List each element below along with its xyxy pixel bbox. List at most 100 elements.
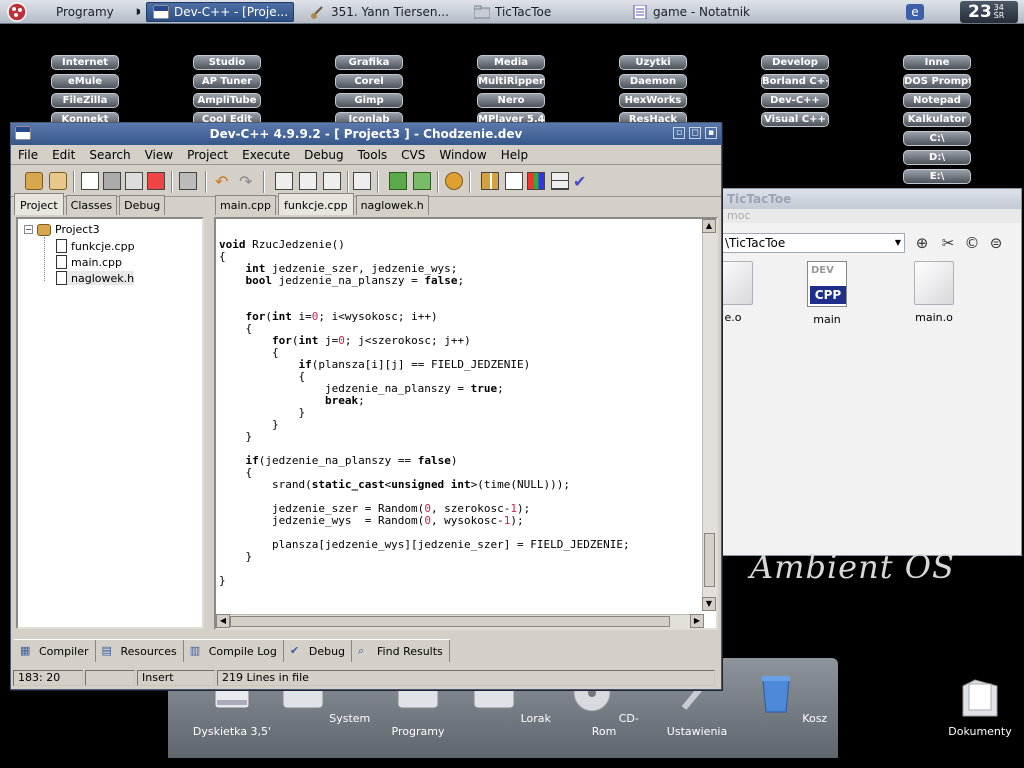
save-icon[interactable] bbox=[103, 172, 121, 190]
scroll-right-icon[interactable]: ▶ bbox=[690, 614, 704, 628]
remove-from-project-icon[interactable] bbox=[413, 172, 431, 190]
launcher-button[interactable]: E:\ bbox=[903, 169, 971, 184]
launcher-button[interactable]: Media bbox=[477, 55, 545, 70]
taskbar-task-music[interactable]: 351. Yann Tiersen... bbox=[304, 2, 474, 22]
tree-file-selected[interactable]: naglowek.h bbox=[56, 271, 135, 285]
tree-file[interactable]: main.cpp bbox=[56, 255, 122, 269]
up-icon[interactable]: ⊕ bbox=[911, 233, 933, 253]
window-titlebar[interactable]: Dev-C++ 4.9.9.2 - [ Project3 ] - Chodzen… bbox=[11, 123, 721, 145]
file-item[interactable]: DEV CPP main bbox=[787, 261, 867, 326]
open-project-icon[interactable] bbox=[49, 172, 67, 190]
tree-file[interactable]: funkcje.cpp bbox=[56, 239, 135, 253]
tile-icon[interactable] bbox=[481, 172, 499, 190]
menu-item[interactable]: Help bbox=[494, 148, 535, 162]
launcher-button[interactable]: HexWorks bbox=[619, 93, 687, 108]
menu-item[interactable]: File bbox=[11, 148, 45, 162]
grid-icon[interactable] bbox=[551, 172, 569, 190]
left-tab[interactable]: Classes bbox=[65, 195, 118, 215]
launcher-button[interactable]: Gimp bbox=[335, 93, 403, 108]
launcher-button[interactable]: Corel bbox=[335, 74, 403, 89]
window-icon[interactable] bbox=[505, 172, 523, 190]
launcher-button[interactable]: FileZilla bbox=[51, 93, 119, 108]
taskbar-programy[interactable]: Programy ▶ bbox=[44, 2, 140, 22]
menu-item[interactable]: Project bbox=[180, 148, 235, 162]
launcher-button[interactable]: Nero bbox=[477, 93, 545, 108]
file-manager-window[interactable]: TicTacToe moc \TicTacToe ▼ ⊕ ✂ © ⊜ e.o DE… bbox=[713, 188, 1022, 556]
goto-line-icon[interactable] bbox=[353, 172, 371, 190]
add-to-project-icon[interactable] bbox=[389, 172, 407, 190]
menu-item[interactable]: Edit bbox=[45, 148, 82, 162]
find-next-icon[interactable] bbox=[323, 172, 341, 190]
bottom-tab[interactable]: ⌕ Find Results bbox=[352, 640, 450, 662]
editor-tab[interactable]: funkcje.cpp bbox=[278, 193, 354, 215]
launcher-button[interactable]: Grafika bbox=[335, 55, 403, 70]
collapse-icon[interactable]: − bbox=[24, 225, 33, 234]
menu-item[interactable]: CVS bbox=[394, 148, 432, 162]
desktop-documents[interactable]: Dokumenty bbox=[940, 676, 1020, 738]
horizontal-scrollbar[interactable]: ◀ ▶ bbox=[216, 614, 704, 628]
bottom-tab[interactable]: ▤ Resources bbox=[96, 640, 184, 662]
chevron-down-icon[interactable]: ▼ bbox=[895, 234, 901, 252]
launcher-button[interactable]: Kalkulator bbox=[903, 112, 971, 127]
vertical-scrollbar[interactable]: ▲ ▼ bbox=[702, 219, 716, 611]
launcher-button[interactable]: Studio bbox=[193, 55, 261, 70]
menu-item[interactable]: Search bbox=[82, 148, 137, 162]
redo-icon[interactable]: ↷ bbox=[239, 172, 257, 191]
close-file-icon[interactable] bbox=[147, 172, 165, 190]
scroll-up-icon[interactable]: ▲ bbox=[702, 219, 716, 233]
bottom-tab[interactable]: ▦ Compiler bbox=[14, 640, 96, 662]
menu-item[interactable]: Execute bbox=[235, 148, 297, 162]
menu-item[interactable]: View bbox=[138, 148, 180, 162]
network-tray-icon[interactable]: e bbox=[906, 4, 924, 20]
launcher-button[interactable]: Visual C++ bbox=[761, 112, 829, 127]
launcher-button[interactable]: DOS Prompt bbox=[903, 74, 971, 89]
start-menu-icon[interactable] bbox=[2, 1, 32, 23]
launcher-button[interactable]: Daemon bbox=[619, 74, 687, 89]
scroll-thumb-horizontal[interactable] bbox=[230, 616, 670, 627]
check-icon[interactable]: ✔ bbox=[573, 172, 591, 191]
copy-icon[interactable]: © bbox=[961, 233, 983, 253]
launcher-button[interactable]: Dev-C++ bbox=[761, 93, 829, 108]
replace-icon[interactable] bbox=[299, 172, 317, 190]
launcher-button[interactable]: D:\ bbox=[903, 150, 971, 165]
taskbar-task-devcpp[interactable]: Dev-C++ - [Proje... bbox=[146, 2, 294, 22]
launcher-button[interactable]: Uzytki bbox=[619, 55, 687, 70]
launcher-button[interactable]: AP Tuner bbox=[193, 74, 261, 89]
project-tree[interactable]: − Project3 funkcje.cpp main.cpp naglowek… bbox=[16, 217, 204, 629]
palette-icon[interactable] bbox=[527, 172, 545, 190]
maximize-icon[interactable]: ◻ bbox=[689, 127, 701, 139]
menu-item[interactable]: Window bbox=[432, 148, 493, 162]
launcher-button[interactable]: eMule bbox=[51, 74, 119, 89]
bottom-tab[interactable]: ▥ Compile Log bbox=[184, 640, 284, 662]
left-tab[interactable]: Debug bbox=[119, 195, 166, 215]
path-field[interactable]: \TicTacToe ▼ bbox=[721, 233, 905, 253]
tree-root[interactable]: − Project3 bbox=[24, 223, 100, 236]
launcher-button[interactable]: Develop bbox=[761, 55, 829, 70]
launcher-button[interactable]: Borland C++ bbox=[761, 74, 829, 89]
save-all-icon[interactable] bbox=[125, 172, 143, 190]
menu-item[interactable]: Debug bbox=[297, 148, 350, 162]
launcher-button[interactable]: Internet bbox=[51, 55, 119, 70]
bottom-tab[interactable]: ✔ Debug bbox=[284, 640, 353, 662]
project-options-icon[interactable] bbox=[445, 172, 463, 190]
menu-item[interactable]: Tools bbox=[351, 148, 395, 162]
scroll-left-icon[interactable]: ◀ bbox=[216, 614, 230, 628]
scroll-down-icon[interactable]: ▼ bbox=[702, 597, 716, 611]
new-file-icon[interactable] bbox=[81, 172, 99, 190]
print-icon[interactable] bbox=[179, 172, 197, 190]
find-icon[interactable] bbox=[275, 172, 293, 190]
left-tab[interactable]: Project bbox=[14, 193, 64, 215]
taskbar-task-tictactoe[interactable]: TicTacToe bbox=[468, 2, 618, 22]
launcher-button[interactable]: AmpliTube bbox=[193, 93, 261, 108]
launcher-button[interactable]: Notepad bbox=[903, 93, 971, 108]
close-icon[interactable]: ▪ bbox=[705, 127, 717, 139]
editor-tab[interactable]: naglowek.h bbox=[355, 195, 429, 215]
taskbar-task-notepad[interactable]: game - Notatnik bbox=[626, 2, 766, 22]
launcher-button[interactable]: C:\ bbox=[903, 131, 971, 146]
minimize-icon[interactable]: ▫ bbox=[673, 127, 685, 139]
paste-icon[interactable]: ⊜ bbox=[985, 233, 1007, 253]
undo-icon[interactable]: ↶ bbox=[215, 172, 233, 191]
file-item[interactable]: main.o bbox=[894, 261, 974, 324]
project-icon[interactable] bbox=[25, 172, 43, 190]
launcher-button[interactable]: MultiRipper bbox=[477, 74, 545, 89]
